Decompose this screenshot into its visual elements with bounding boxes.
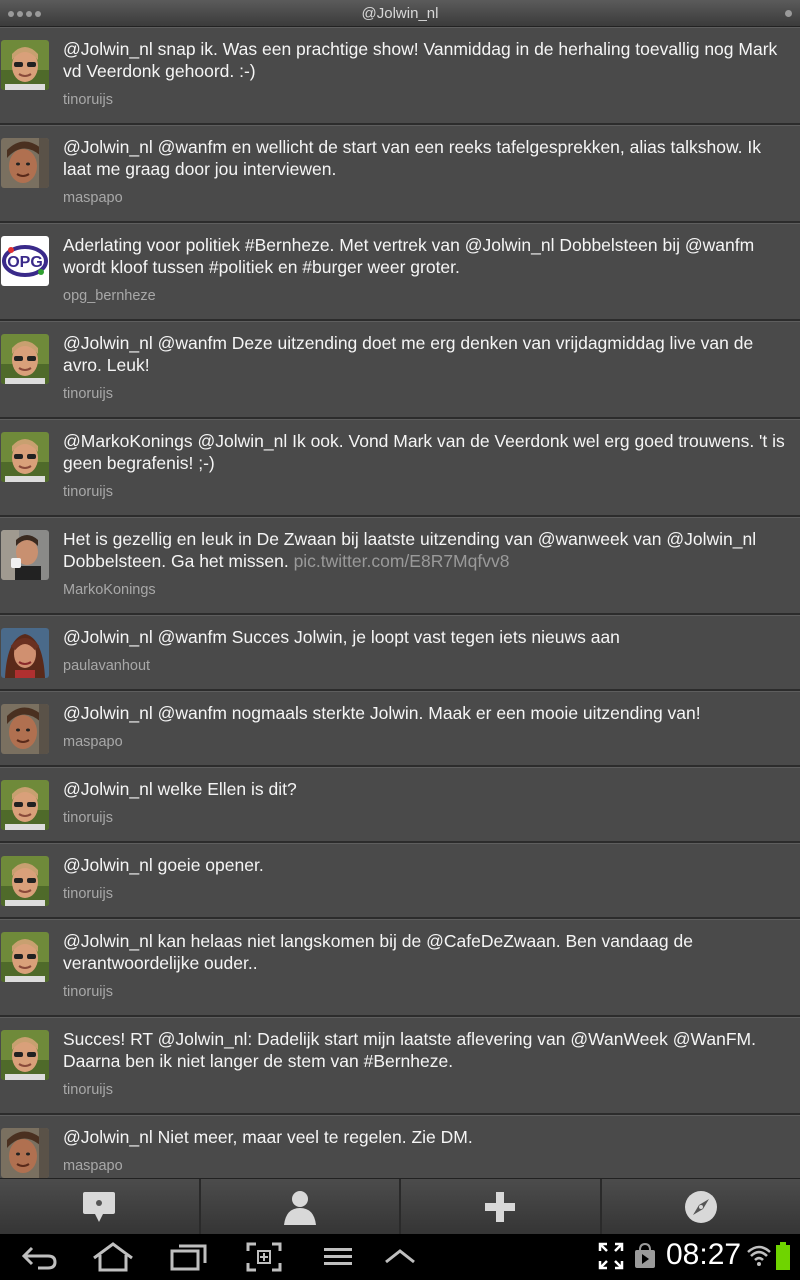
avatar[interactable] (1, 138, 49, 188)
battery-icon (776, 1242, 790, 1270)
tweet-item[interactable]: Succes! RT @Jolwin_nl: Dadelijk start mi… (0, 1017, 800, 1115)
avatar[interactable] (1, 334, 49, 384)
tweet-text: @Jolwin_nl goeie opener. (63, 855, 264, 875)
avatar[interactable] (1, 530, 49, 580)
menu-dot-icon[interactable] (785, 10, 792, 17)
tweet-text: @Jolwin_nl @wanfm Deze uitzending doet m… (63, 333, 754, 375)
tweet-item[interactable]: @Jolwin_nl welke Ellen is dit? tinoruijs (0, 767, 800, 843)
tweet-text: @Jolwin_nl @wanfm en wellicht de start v… (63, 137, 761, 179)
tweet-item[interactable]: @MarkoKonings @Jolwin_nl Ik ook. Vond Ma… (0, 419, 800, 517)
avatar[interactable] (1, 1128, 49, 1178)
screenshot-icon[interactable] (246, 1242, 282, 1272)
tweet-item[interactable]: @Jolwin_nl Niet meer, maar veel te regel… (0, 1115, 800, 1178)
menu-icon[interactable] (322, 1242, 354, 1272)
tweet-author[interactable]: maspapo (63, 190, 123, 206)
store-icon (635, 1242, 655, 1268)
home-icon[interactable] (92, 1242, 134, 1272)
tweet-item[interactable]: @Jolwin_nl goeie opener. tinoruijs (0, 843, 800, 919)
avatar[interactable] (1, 856, 49, 906)
tweet-author[interactable]: MarkoKonings (63, 582, 156, 598)
avatar[interactable] (1, 432, 49, 482)
tweet-list[interactable]: @Jolwin_nl snap ik. Was een prachtige sh… (0, 27, 800, 1178)
messages-icon (83, 1191, 116, 1222)
tab-discover[interactable] (602, 1179, 800, 1234)
title-bar: @Jolwin_nl (0, 0, 800, 27)
tweet-text: @MarkoKonings @Jolwin_nl Ik ook. Vond Ma… (63, 431, 785, 473)
tweet-author[interactable]: maspapo (63, 1158, 123, 1174)
avatar[interactable] (1, 704, 49, 754)
tweet-author[interactable]: tinoruijs (63, 886, 113, 902)
chevron-up-icon[interactable] (384, 1242, 416, 1272)
tweet-item[interactable]: @Jolwin_nl @wanfm nogmaals sterkte Jolwi… (0, 691, 800, 767)
tweet-item[interactable]: Het is gezellig en leuk in De Zwaan bij … (0, 517, 800, 615)
tab-compose[interactable] (401, 1179, 602, 1234)
tweet-text: @Jolwin_nl snap ik. Was een prachtige sh… (63, 39, 778, 81)
tweet-item[interactable]: @Jolwin_nl @wanfm Deze uitzending doet m… (0, 321, 800, 419)
wifi-icon (747, 1245, 771, 1266)
avatar[interactable] (1, 932, 49, 982)
system-nav-bar: 08:27 (0, 1234, 800, 1280)
tweet-text: Het is gezellig en leuk in De Zwaan bij … (63, 528, 794, 572)
status-clock: 08:27 (666, 1238, 742, 1271)
tab-messages[interactable] (0, 1179, 201, 1234)
tweet-author[interactable]: tinoruijs (63, 92, 113, 108)
tweet-author[interactable]: tinoruijs (63, 984, 113, 1000)
tweet-author[interactable]: tinoruijs (63, 484, 113, 500)
tweet-item[interactable]: @Jolwin_nl @wanfm en wellicht de start v… (0, 125, 800, 223)
add-icon (485, 1191, 516, 1222)
opg-logo-text: OPG (7, 254, 43, 271)
compass-icon (684, 1190, 717, 1223)
avatar[interactable] (1, 40, 49, 90)
app-tab-bar (0, 1178, 800, 1234)
avatar[interactable] (1, 628, 49, 678)
profile-icon (283, 1190, 316, 1225)
tweet-item[interactable]: OPG Aderlating voor politiek #Bernheze. … (0, 223, 800, 321)
tweet-author[interactable]: tinoruijs (63, 386, 113, 402)
tweet-author[interactable]: maspapo (63, 734, 123, 750)
tweet-author[interactable]: tinoruijs (63, 1082, 113, 1098)
tweet-item[interactable]: @Jolwin_nl kan helaas niet langskomen bi… (0, 919, 800, 1017)
tab-profile[interactable] (201, 1179, 401, 1234)
tweet-item[interactable]: @Jolwin_nl @wanfm Succes Jolwin, je loop… (0, 615, 800, 691)
tweet-text: @Jolwin_nl welke Ellen is dit? (63, 779, 297, 799)
avatar[interactable] (1, 1030, 49, 1080)
tweet-text: @Jolwin_nl kan helaas niet langskomen bi… (63, 931, 693, 973)
tweet-author[interactable]: opg_bernheze (63, 288, 156, 304)
avatar[interactable]: OPG (1, 236, 49, 286)
tweet-text: Succes! RT @Jolwin_nl: Dadelijk start mi… (63, 1029, 756, 1071)
tweet-item[interactable]: @Jolwin_nl snap ik. Was een prachtige sh… (0, 27, 800, 125)
fullscreen-icon (598, 1242, 624, 1270)
avatar[interactable] (1, 780, 49, 830)
tweet-text: @Jolwin_nl Niet meer, maar veel te regel… (63, 1127, 473, 1147)
back-icon[interactable] (22, 1242, 58, 1272)
recent-apps-icon[interactable] (170, 1242, 208, 1272)
tweet-text: @Jolwin_nl @wanfm Succes Jolwin, je loop… (63, 627, 620, 647)
tweet-link[interactable]: pic.twitter.com/E8R7Mqfvv8 (294, 551, 510, 571)
tweet-text: Aderlating voor politiek #Bernheze. Met … (63, 235, 755, 277)
page-title: @Jolwin_nl (361, 5, 439, 22)
tweet-text: @Jolwin_nl @wanfm nogmaals sterkte Jolwi… (63, 703, 701, 723)
tweet-author[interactable]: tinoruijs (63, 810, 113, 826)
tweet-author[interactable]: paulavanhout (63, 658, 150, 674)
